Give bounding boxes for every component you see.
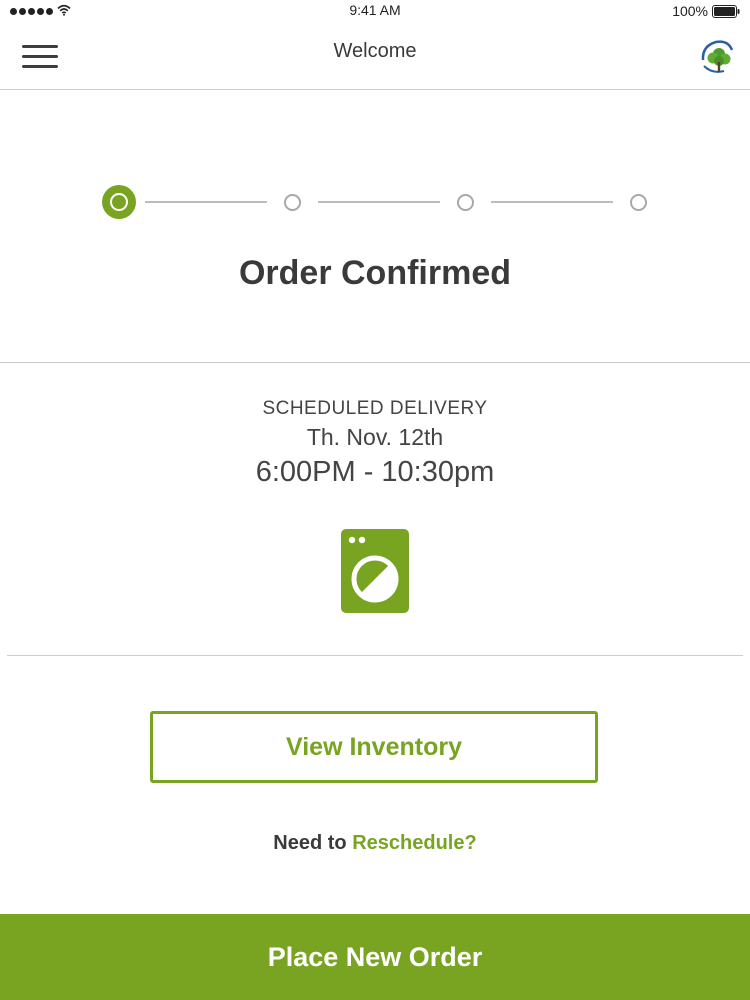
reschedule-row: Need to Reschedule? [0,832,750,855]
delivery-time-window: 6:00PM - 10:30pm [255,456,495,488]
reschedule-link[interactable]: Reschedule? [352,832,476,854]
nav-title: Welcome [333,40,417,62]
step-1-current-indicator [102,185,136,219]
order-status-heading: Order Confirmed [238,254,512,292]
scheduled-delivery-label: SCHEDULED DELIVERY [262,398,488,419]
section-divider [0,362,750,363]
tree-globe-logo[interactable] [698,38,736,76]
battery-percentage: 100% [672,3,708,19]
reschedule-prompt: Need to [273,832,353,854]
step-connector [145,201,267,203]
nav-bar: Welcome [0,22,750,90]
section-divider [7,655,743,656]
progress-stepper [0,185,750,221]
place-new-order-button[interactable]: Place New Order [0,914,750,1000]
view-inventory-button[interactable]: View Inventory [150,711,598,783]
step-3-indicator [457,193,474,211]
washing-machine-icon [341,529,409,613]
order-confirmation-screen: 9:41 AM 100% Welcome Order Confirmed SCH… [0,0,750,1000]
status-time: 9:41 AM [349,2,401,18]
step-connector [491,201,613,203]
delivery-date: Th. Nov. 12th [306,424,444,450]
battery-icon [712,5,740,18]
step-4-indicator [630,193,647,211]
step-connector [318,201,440,203]
status-bar: 9:41 AM 100% [0,0,750,22]
step-2-indicator [284,193,301,211]
